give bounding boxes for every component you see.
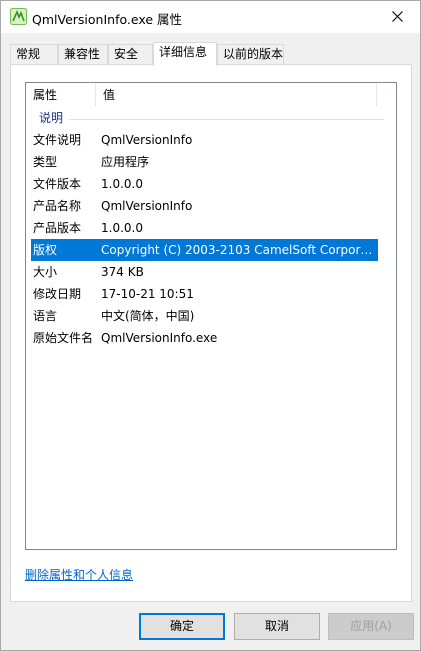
property-value: QmlVersionInfo.exe	[101, 331, 218, 345]
title-bar[interactable]: QmlVersionInfo.exe 属性	[1, 1, 420, 33]
property-value: 374 KB	[101, 265, 144, 279]
tab-strip: 常规 兼容性 安全 详细信息 以前的版本	[10, 42, 412, 66]
property-value: QmlVersionInfo	[101, 133, 193, 147]
property-name: 产品名称	[33, 199, 82, 213]
column-divider[interactable]	[376, 84, 377, 106]
properties-window: QmlVersionInfo.exe 属性 常规 兼容性 安全 详细信息 以前的…	[0, 0, 421, 651]
property-value: QmlVersionInfo	[101, 199, 193, 213]
property-name: 大小	[33, 265, 58, 279]
list-item[interactable]: 大小 374 KB	[26, 261, 378, 283]
list-item-selected[interactable]: 版权 Copyright (C) 2003-2103 CamelSoft Cor…	[31, 239, 378, 261]
app-icon	[10, 8, 27, 25]
column-header-value[interactable]: 值	[96, 83, 376, 107]
property-value: Copyright (C) 2003-2103 CamelSoft Corpor…	[101, 243, 376, 257]
list-item[interactable]: 产品名称 QmlVersionInfo	[26, 195, 378, 217]
window-title: QmlVersionInfo.exe 属性	[32, 12, 183, 27]
property-name: 语言	[33, 309, 58, 323]
list-item[interactable]: 修改日期 17-10-21 10:51	[26, 283, 378, 305]
cancel-button[interactable]: 取消	[234, 613, 320, 640]
group-label: 说明	[39, 111, 64, 125]
group-divider	[69, 119, 384, 120]
details-panel: 属性 值 说明 文件说明 QmlVersionInfo 类型 应用程序 文件版本…	[10, 64, 412, 602]
close-button[interactable]	[374, 1, 420, 32]
tab-previous-versions[interactable]: 以前的版本	[217, 44, 284, 65]
property-name: 修改日期	[33, 287, 82, 301]
list-header: 属性 值	[26, 83, 396, 107]
tab-compatibility[interactable]: 兼容性	[58, 44, 108, 65]
property-name: 版权	[33, 243, 58, 257]
property-value: 17-10-21 10:51	[101, 287, 194, 301]
list-item[interactable]: 原始文件名 QmlVersionInfo.exe	[26, 327, 378, 349]
property-name: 类型	[33, 155, 58, 169]
remove-properties-link[interactable]: 删除属性和个人信息	[25, 566, 133, 583]
details-list[interactable]: 属性 值 说明 文件说明 QmlVersionInfo 类型 应用程序 文件版本…	[25, 82, 397, 550]
property-value: 1.0.0.0	[101, 177, 143, 191]
list-item[interactable]: 文件版本 1.0.0.0	[26, 173, 378, 195]
property-value: 应用程序	[101, 155, 150, 169]
property-value: 1.0.0.0	[101, 221, 143, 235]
tab-details[interactable]: 详细信息	[153, 42, 217, 66]
list-item[interactable]: 类型 应用程序	[26, 151, 378, 173]
list-item[interactable]: 语言 中文(简体，中国)	[26, 305, 378, 327]
property-value: 中文(简体，中国)	[101, 309, 195, 323]
close-icon	[391, 11, 403, 22]
apply-button[interactable]: 应用(A)	[328, 613, 414, 640]
property-name: 文件版本	[33, 177, 82, 191]
list-item[interactable]: 文件说明 QmlVersionInfo	[26, 129, 378, 151]
tab-general[interactable]: 常规	[10, 44, 58, 65]
list-item[interactable]: 产品版本 1.0.0.0	[26, 217, 378, 239]
property-name: 文件说明	[33, 133, 82, 147]
property-name: 原始文件名	[33, 331, 94, 345]
group-header: 说明	[26, 110, 396, 126]
tab-security[interactable]: 安全	[108, 44, 153, 65]
property-name: 产品版本	[33, 221, 82, 235]
column-header-property[interactable]: 属性	[26, 83, 96, 107]
ok-button[interactable]: 确定	[139, 613, 225, 640]
